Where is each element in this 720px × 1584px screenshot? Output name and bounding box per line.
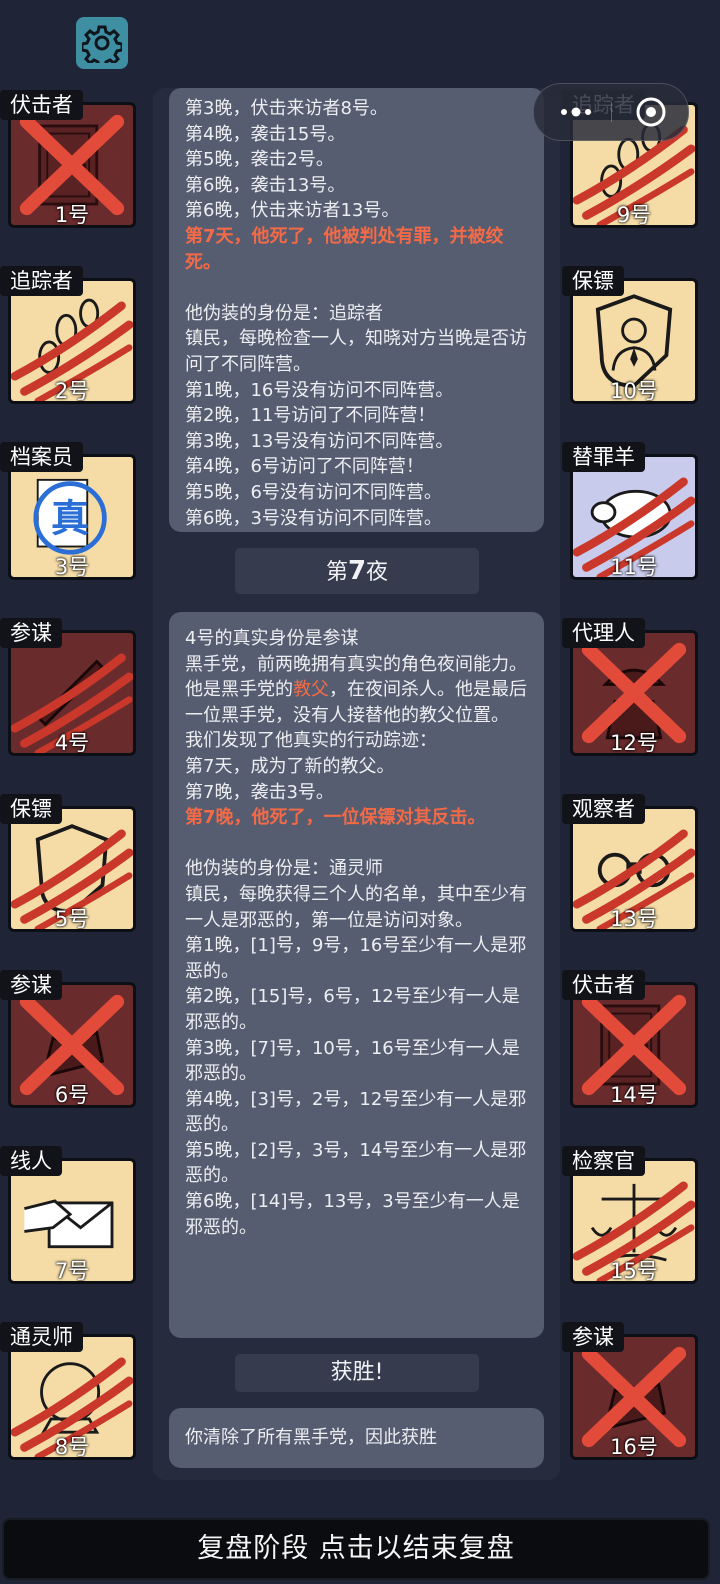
player-card[interactable]: 代理人 12号 bbox=[562, 618, 698, 760]
result-line: 第5晚，6号没有访问不同阵营。 bbox=[185, 481, 442, 503]
player-number: 14号 bbox=[610, 1083, 658, 1107]
player-number: 12号 bbox=[610, 731, 658, 755]
settings-button[interactable] bbox=[76, 17, 128, 69]
player-card[interactable]: 保镖 5号 bbox=[0, 794, 136, 936]
player-number: 13号 bbox=[610, 907, 658, 931]
role-label: 线人 bbox=[0, 1146, 62, 1176]
trace-intro: 我们发现了他真实的行动踪迹： bbox=[185, 730, 437, 752]
player-card[interactable]: 伏击者 1号 bbox=[0, 90, 136, 232]
role-label: 观察者 bbox=[562, 794, 645, 824]
night-title-suffix: 夜 bbox=[366, 560, 389, 585]
log-line: 第3晚，伏击来访者8号。 bbox=[185, 98, 388, 119]
result-line: 第3晚，13号没有访问不同阵营。 bbox=[185, 430, 454, 452]
result-line: 第6晚，[14]号，13号，3号至少有一人是邪恶的。 bbox=[185, 1191, 520, 1238]
night-title: 第7夜 bbox=[235, 548, 479, 594]
godfather-role: 教父 bbox=[293, 679, 329, 701]
role-label: 代理人 bbox=[562, 618, 645, 648]
death-line-2: 第7晚，他死了，一位保镖对其反击。 bbox=[185, 807, 486, 829]
night-title-prefix: 第 bbox=[325, 560, 348, 585]
player-number: 5号 bbox=[54, 907, 90, 931]
player-card[interactable]: 参谋 6号 bbox=[0, 970, 136, 1112]
player-card[interactable]: 真 档案员 3号 bbox=[0, 442, 136, 584]
player-number: 11号 bbox=[610, 555, 658, 579]
player-number: 10号 bbox=[610, 379, 658, 403]
godfather-prefix: 他是黑手党的 bbox=[185, 679, 293, 701]
identity-desc: 黑手党，前两晚拥有真实的角色夜间能力。 bbox=[185, 653, 527, 675]
result-line: 第5晚，[2]号，3号，14号至少有一人是邪恶的。 bbox=[185, 1139, 527, 1187]
player-card[interactable]: 参谋 16号 bbox=[562, 1322, 698, 1464]
log-entry-player-4: 4号的真实身份是参谋 黑手党，前两晚拥有真实的角色夜间能力。 他是黑手党的教父，… bbox=[169, 612, 544, 1338]
player-number: 2号 bbox=[54, 379, 90, 403]
role-label: 参谋 bbox=[0, 618, 62, 648]
player-card[interactable]: 通灵师 8号 bbox=[0, 1322, 136, 1464]
log-line: 第4晚，袭击15号。 bbox=[185, 123, 346, 145]
disguise-line: 他伪装的身份是：追踪者 bbox=[185, 302, 383, 324]
player-number: 16号 bbox=[610, 1435, 658, 1459]
disguise-desc: 镇民，每晚检查一人，知晓对方当晚是否访问了不同阵营。 bbox=[185, 328, 527, 375]
player-card[interactable]: 线人 7号 bbox=[0, 1146, 136, 1288]
player-number: 7号 bbox=[54, 1259, 90, 1283]
player-card[interactable]: 检察官 15号 bbox=[562, 1146, 698, 1288]
role-label: 替罪羊 bbox=[562, 442, 645, 472]
disguise-line-2: 他伪装的身份是：通灵师 bbox=[185, 858, 383, 880]
gear-icon bbox=[82, 25, 122, 63]
close-circle-icon[interactable] bbox=[635, 96, 667, 128]
player-card[interactable]: 追踪者 2号 bbox=[0, 266, 136, 408]
trace-line: 第7天，成为了新的教父。 bbox=[185, 755, 395, 777]
night-title-number: 7 bbox=[347, 556, 367, 586]
player-number: 4号 bbox=[54, 731, 90, 755]
player-card[interactable]: 参谋 4号 bbox=[0, 618, 136, 760]
log-line: 第6晚，袭击13号。 bbox=[185, 174, 346, 196]
role-label: 检察官 bbox=[562, 1146, 645, 1176]
win-message: 你清除了所有黑手党，因此获胜 bbox=[169, 1408, 544, 1468]
svg-text:真: 真 bbox=[51, 496, 89, 540]
trace-line: 第7晚，袭击3号。 bbox=[185, 781, 334, 803]
godfather-line: 他是黑手党的教父，在夜间杀人。他是最后一位黑手党，没有人接替他的教父位置。 bbox=[185, 677, 528, 728]
replay-screen: 伏击者1号追踪者2号真档案员3号参谋4号保镖5号参谋6号线人7号通灵师8号 追踪… bbox=[0, 0, 720, 1584]
role-label: 参谋 bbox=[0, 970, 62, 1000]
result-line: 第4晚，[3]号，2号，12号至少有一人是邪恶的。 bbox=[185, 1088, 527, 1136]
identity-line: 4号的真实身份是参谋 bbox=[185, 628, 359, 649]
end-replay-button[interactable]: 复盘阶段 点击以结束复盘 bbox=[2, 1518, 710, 1580]
role-label: 档案员 bbox=[0, 442, 83, 472]
disguise-desc-2: 镇民，每晚获得三个人的名单，其中至少有一人是邪恶的，第一位是访问对象。 bbox=[185, 883, 527, 931]
player-number: 6号 bbox=[54, 1083, 90, 1107]
replay-log-panel[interactable]: 第3晚，伏击来访者8号。 第4晚，袭击15号。 第5晚，袭击2号。 第6晚，袭击13号… bbox=[153, 88, 560, 1480]
role-label: 追踪者 bbox=[0, 266, 83, 296]
player-number: 1号 bbox=[54, 203, 90, 227]
death-line: 第7天，他死了，他被判处有罪，并被绞死。 bbox=[185, 225, 504, 273]
role-label: 参谋 bbox=[562, 1322, 624, 1352]
more-dots-icon[interactable] bbox=[556, 104, 596, 120]
role-label: 通灵师 bbox=[0, 1322, 83, 1352]
capsule-divider bbox=[611, 102, 612, 122]
role-label: 伏击者 bbox=[0, 90, 83, 120]
role-label: 保镖 bbox=[0, 794, 62, 824]
player-number: 15号 bbox=[610, 1259, 658, 1283]
result-line: 第1晚，16号没有访问不同阵营。 bbox=[185, 379, 454, 401]
result-line: 第3晚，[7]号，10号，16号至少有一人是邪恶的。 bbox=[185, 1037, 520, 1085]
result-line: 第2晚，[15]号，6号，12号至少有一人是邪恶的。 bbox=[185, 986, 520, 1033]
player-card[interactable]: 替罪羊 11号 bbox=[562, 442, 698, 584]
result-line: 第4晚，6号访问了不同阵营！ bbox=[185, 456, 424, 478]
player-card[interactable]: 观察者 13号 bbox=[562, 794, 698, 936]
player-card[interactable]: 保镖 10号 bbox=[562, 266, 698, 408]
miniapp-capsule bbox=[533, 83, 689, 141]
result-line: 第6晚，3号没有访问不同阵营。 bbox=[185, 507, 442, 529]
win-title: 获胜! bbox=[235, 1354, 479, 1392]
log-line: 第5晚，袭击2号。 bbox=[185, 149, 334, 171]
log-line: 第6晚，伏击来访者13号。 bbox=[185, 200, 400, 222]
player-number: 9号 bbox=[616, 203, 652, 227]
player-number: 8号 bbox=[54, 1435, 90, 1459]
role-label: 伏击者 bbox=[562, 970, 645, 1000]
log-entry-player-killer: 第3晚，伏击来访者8号。 第4晚，袭击15号。 第5晚，袭击2号。 第6晚，袭击13号… bbox=[169, 88, 544, 532]
result-line: 第2晚，11号访问了不同阵营！ bbox=[185, 405, 436, 427]
result-line: 第1晚，[1]号，9号，16号至少有一人是邪恶的。 bbox=[185, 935, 527, 982]
role-label: 保镖 bbox=[562, 266, 624, 296]
player-card[interactable]: 伏击者 14号 bbox=[562, 970, 698, 1112]
player-number: 3号 bbox=[54, 555, 90, 579]
